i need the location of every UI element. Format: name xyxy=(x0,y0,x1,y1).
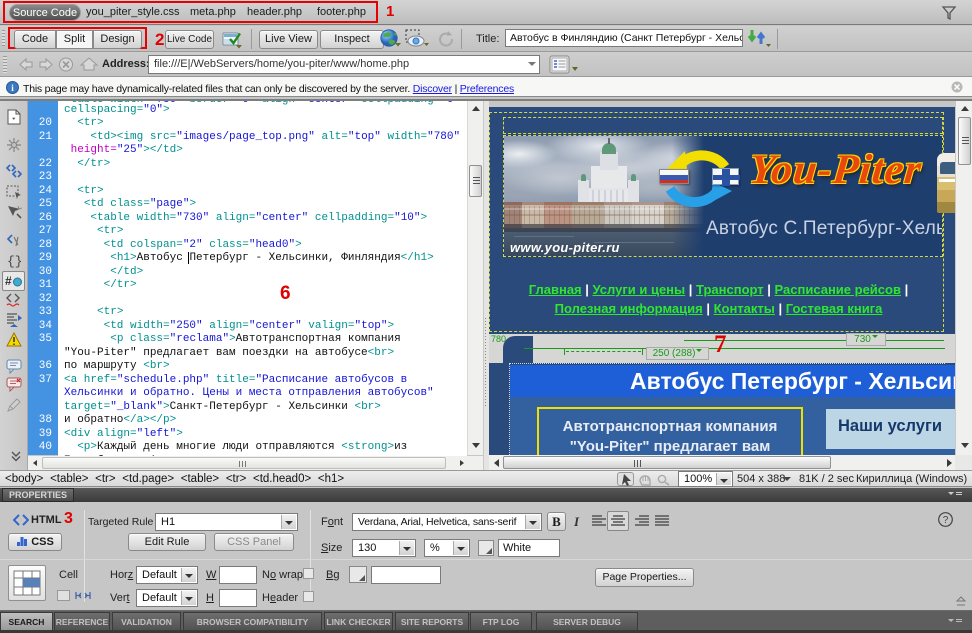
svg-text:#: # xyxy=(5,274,12,288)
svg-text:{}: {} xyxy=(7,254,22,268)
svg-text:?: ? xyxy=(943,515,949,526)
